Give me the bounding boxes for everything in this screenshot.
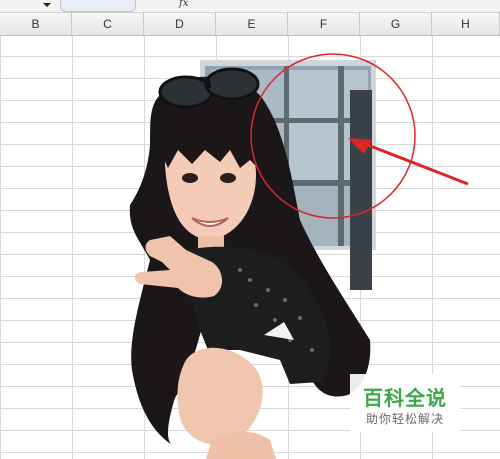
right-eye: [220, 173, 236, 183]
left-eye: [182, 173, 198, 183]
watermark-title: 百科全说: [363, 388, 447, 410]
watermark-badge: 百科全说 助你轻松解决: [350, 374, 460, 432]
knee: [177, 347, 263, 445]
watermark-subtitle: 助你轻松解决: [365, 412, 444, 426]
